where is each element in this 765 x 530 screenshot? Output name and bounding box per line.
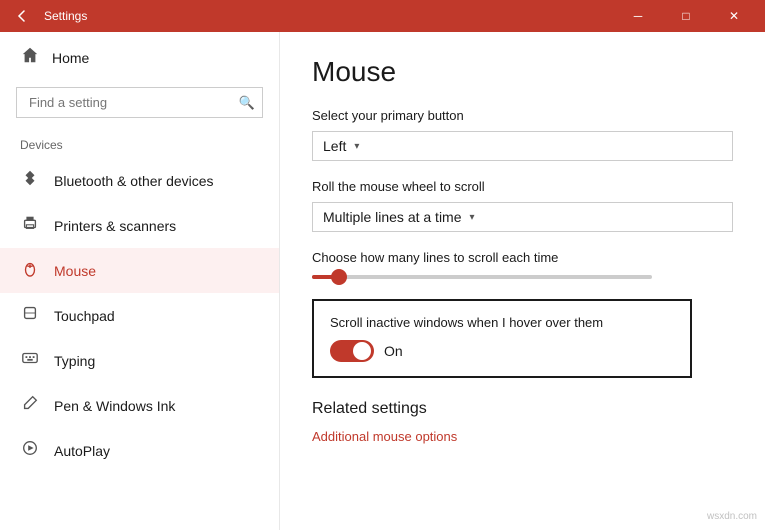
printer-icon — [20, 214, 40, 237]
primary-button-value: Left — [323, 138, 346, 154]
sidebar: Home 🔍 Devices Bluetooth & other devices… — [0, 32, 280, 530]
scroll-lines-slider-container — [312, 275, 733, 279]
sidebar-item-printers-label: Printers & scanners — [54, 218, 176, 234]
toggle-row: On — [330, 340, 674, 362]
right-panel: Mouse Select your primary button Left ▾ … — [280, 32, 765, 530]
scroll-inactive-label: Scroll inactive windows when I hover ove… — [330, 315, 674, 330]
sidebar-item-bluetooth-label: Bluetooth & other devices — [54, 173, 214, 189]
sidebar-item-typing-label: Typing — [54, 353, 95, 369]
search-icon: 🔍 — [239, 95, 255, 111]
minimize-button[interactable]: ─ — [615, 0, 661, 32]
scroll-lines-label: Choose how many lines to scroll each tim… — [312, 250, 733, 265]
home-icon — [20, 46, 40, 69]
typing-icon — [20, 349, 40, 372]
additional-mouse-options-link[interactable]: Additional mouse options — [312, 429, 457, 444]
search-input[interactable] — [16, 87, 263, 118]
toggle-state-label: On — [384, 343, 403, 359]
page-title: Mouse — [312, 56, 733, 88]
slider-track[interactable] — [312, 275, 652, 279]
primary-button-dropdown[interactable]: Left ▾ — [312, 131, 733, 161]
sidebar-item-touchpad-label: Touchpad — [54, 308, 115, 324]
scroll-wheel-value: Multiple lines at a time — [323, 209, 462, 225]
scroll-wheel-dropdown[interactable]: Multiple lines at a time ▾ — [312, 202, 733, 232]
slider-thumb[interactable] — [331, 269, 347, 285]
bluetooth-icon — [20, 169, 40, 192]
chevron-down-icon-2: ▾ — [470, 212, 475, 223]
primary-button-label: Select your primary button — [312, 108, 733, 123]
title-bar-label: Settings — [44, 9, 615, 23]
home-label: Home — [52, 50, 89, 66]
sidebar-item-autoplay-label: AutoPlay — [54, 443, 110, 459]
sidebar-item-mouse-label: Mouse — [54, 263, 96, 279]
related-settings-title: Related settings — [312, 400, 733, 418]
sidebar-item-bluetooth[interactable]: Bluetooth & other devices — [0, 158, 279, 203]
scroll-wheel-label: Roll the mouse wheel to scroll — [312, 179, 733, 194]
scroll-inactive-box: Scroll inactive windows when I hover ove… — [312, 299, 692, 378]
sidebar-item-pen-label: Pen & Windows Ink — [54, 398, 175, 414]
sidebar-item-printers[interactable]: Printers & scanners — [0, 203, 279, 248]
sidebar-item-autoplay[interactable]: AutoPlay — [0, 428, 279, 473]
sidebar-item-mouse[interactable]: Mouse — [0, 248, 279, 293]
sidebar-item-pen[interactable]: Pen & Windows Ink — [0, 383, 279, 428]
close-button[interactable]: ✕ — [711, 0, 757, 32]
title-bar: Settings ─ □ ✕ — [0, 0, 765, 32]
chevron-down-icon: ▾ — [354, 141, 359, 152]
main-content: Home 🔍 Devices Bluetooth & other devices… — [0, 32, 765, 530]
autoplay-icon — [20, 439, 40, 462]
sidebar-section-label: Devices — [0, 130, 279, 158]
sidebar-item-typing[interactable]: Typing — [0, 338, 279, 383]
pen-icon — [20, 394, 40, 417]
maximize-button[interactable]: □ — [663, 0, 709, 32]
sidebar-search: 🔍 — [16, 87, 263, 118]
sidebar-item-home[interactable]: Home — [0, 32, 279, 83]
window-controls: ─ □ ✕ — [615, 0, 757, 32]
mouse-icon — [20, 259, 40, 282]
scroll-inactive-toggle[interactable] — [330, 340, 374, 362]
back-button[interactable] — [8, 2, 36, 30]
touchpad-icon — [20, 304, 40, 327]
sidebar-item-touchpad[interactable]: Touchpad — [0, 293, 279, 338]
